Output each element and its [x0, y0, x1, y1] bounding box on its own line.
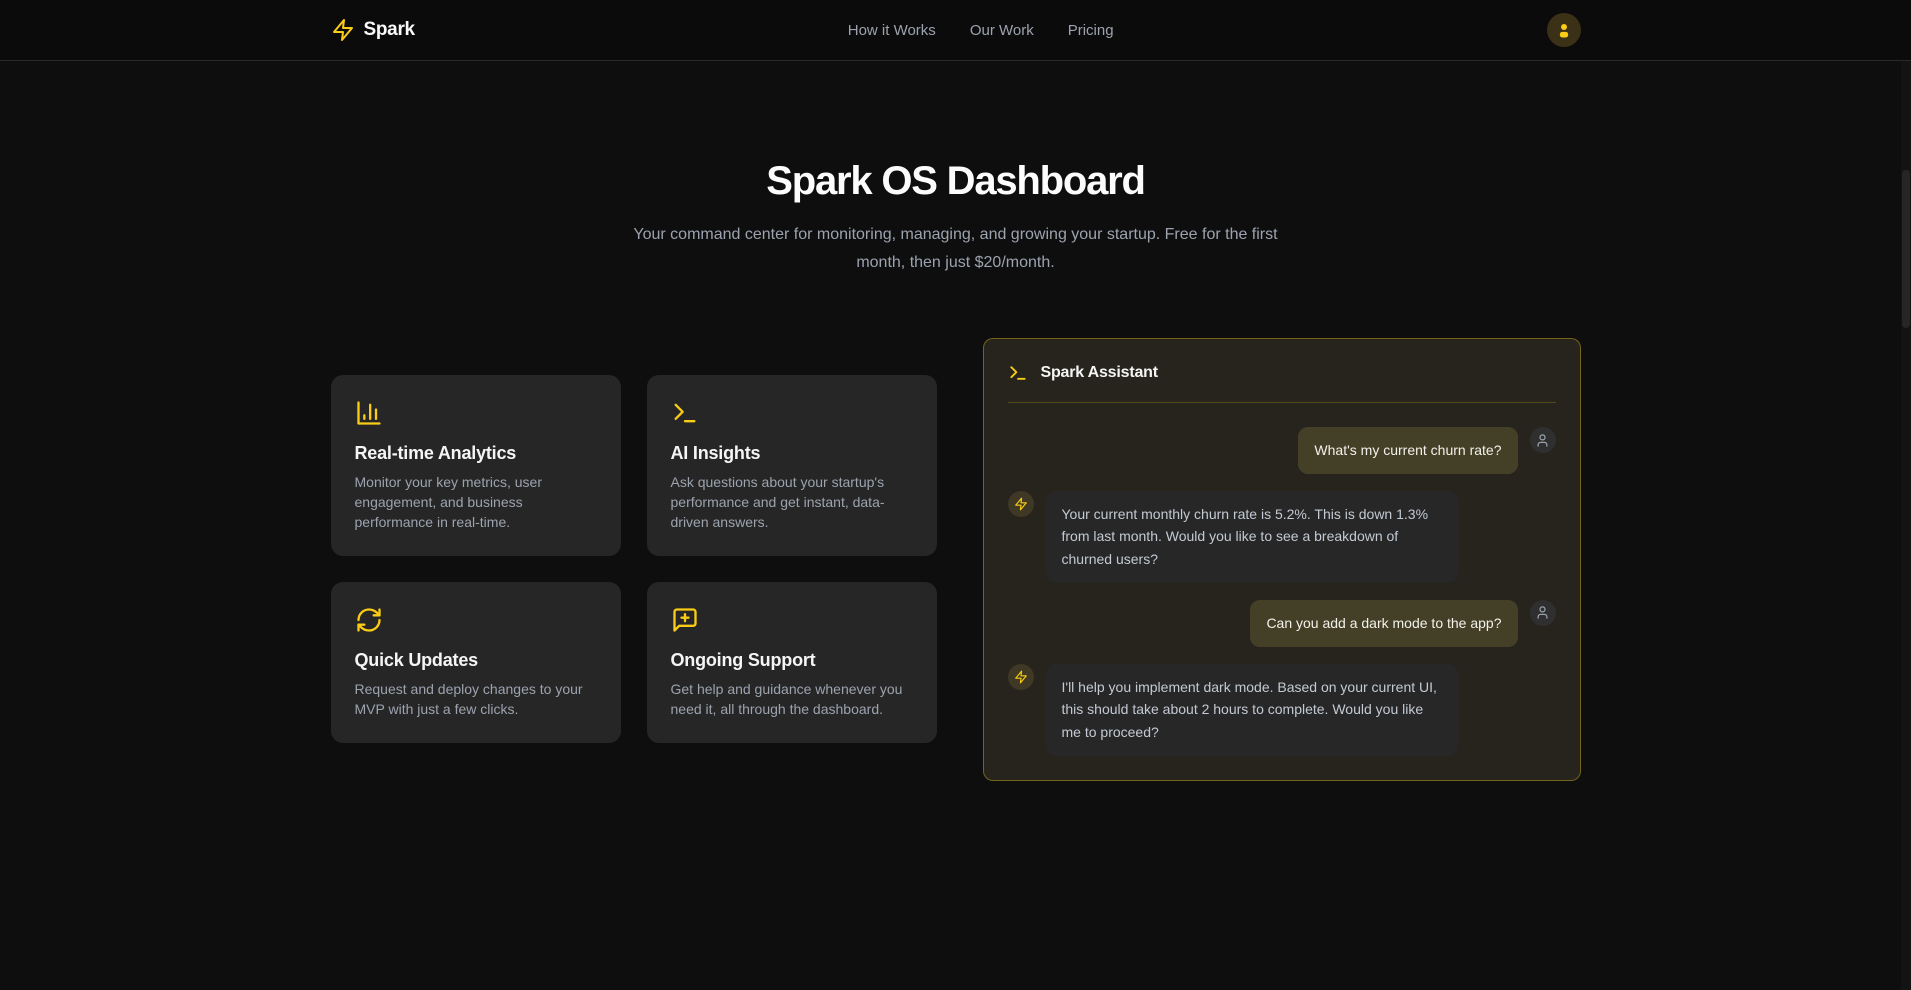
nav-container: Spark How it Works Our Work Pricing [331, 0, 1581, 60]
spark-assistant-panel: Spark Assistant What's my current churn … [983, 338, 1581, 781]
nav-links: How it Works Our Work Pricing [848, 22, 1114, 39]
refresh-icon [355, 606, 597, 634]
chat-messages: What's my current churn rate? Your curre… [1008, 427, 1556, 756]
feature-description: Get help and guidance whenever you need … [671, 679, 913, 719]
user-message-avatar [1530, 427, 1556, 453]
top-nav: Spark How it Works Our Work Pricing [0, 0, 1911, 61]
feature-title: Real-time Analytics [355, 443, 597, 464]
brand-name: Spark [364, 19, 415, 41]
assistant-message-bubble: I'll help you implement dark mode. Based… [1046, 664, 1458, 756]
zap-icon [331, 18, 355, 42]
feature-title: AI Insights [671, 443, 913, 464]
nav-link-our-work[interactable]: Our Work [970, 22, 1034, 39]
assistant-message-bubble: Your current monthly churn rate is 5.2%.… [1046, 491, 1458, 583]
scrollbar-thumb[interactable] [1902, 170, 1910, 328]
terminal-icon [671, 399, 913, 427]
user-icon [1555, 21, 1573, 39]
brand-logo[interactable]: Spark [331, 18, 415, 42]
feature-description: Monitor your key metrics, user engagemen… [355, 472, 597, 532]
user-icon [1535, 605, 1550, 620]
zap-icon [1014, 670, 1028, 684]
feature-description: Request and deploy changes to your MVP w… [355, 679, 597, 719]
user-icon [1535, 433, 1550, 448]
chat-message-assistant: I'll help you implement dark mode. Based… [1008, 664, 1556, 756]
feature-grid: Real-time Analytics Monitor your key met… [331, 375, 937, 743]
nav-link-how-it-works[interactable]: How it Works [848, 22, 936, 39]
scrollbar-track[interactable] [1901, 0, 1911, 990]
page-subtitle: Your command center for monitoring, mana… [611, 221, 1301, 277]
panel-divider [1008, 402, 1556, 403]
chat-message-user: What's my current churn rate? [1008, 427, 1556, 474]
chat-message-assistant: Your current monthly churn rate is 5.2%.… [1008, 491, 1556, 583]
terminal-icon [1008, 363, 1028, 383]
page-title: Spark OS Dashboard [0, 157, 1911, 205]
user-message-avatar [1530, 600, 1556, 626]
chat-message-user: Can you add a dark mode to the app? [1008, 600, 1556, 647]
zap-icon [1014, 497, 1028, 511]
assistant-panel-header: Spark Assistant [1008, 363, 1556, 383]
message-square-plus-icon [671, 606, 913, 634]
assistant-message-avatar [1008, 491, 1034, 517]
feature-card-ongoing-support: Ongoing Support Get help and guidance wh… [647, 582, 937, 743]
assistant-panel-title: Spark Assistant [1041, 364, 1158, 382]
feature-description: Ask questions about your startup's perfo… [671, 472, 913, 532]
feature-card-quick-updates: Quick Updates Request and deploy changes… [331, 582, 621, 743]
bar-chart-icon [355, 399, 597, 427]
user-message-bubble: What's my current churn rate? [1298, 427, 1517, 474]
main-content: Real-time Analytics Monitor your key met… [331, 338, 1581, 781]
feature-card-analytics: Real-time Analytics Monitor your key met… [331, 375, 621, 556]
assistant-message-avatar [1008, 664, 1034, 690]
user-avatar-button[interactable] [1547, 13, 1581, 47]
hero-section: Spark OS Dashboard Your command center f… [0, 61, 1911, 277]
nav-link-pricing[interactable]: Pricing [1068, 22, 1114, 39]
feature-card-ai-insights: AI Insights Ask questions about your sta… [647, 375, 937, 556]
feature-title: Quick Updates [355, 650, 597, 671]
user-message-bubble: Can you add a dark mode to the app? [1250, 600, 1517, 647]
feature-title: Ongoing Support [671, 650, 913, 671]
